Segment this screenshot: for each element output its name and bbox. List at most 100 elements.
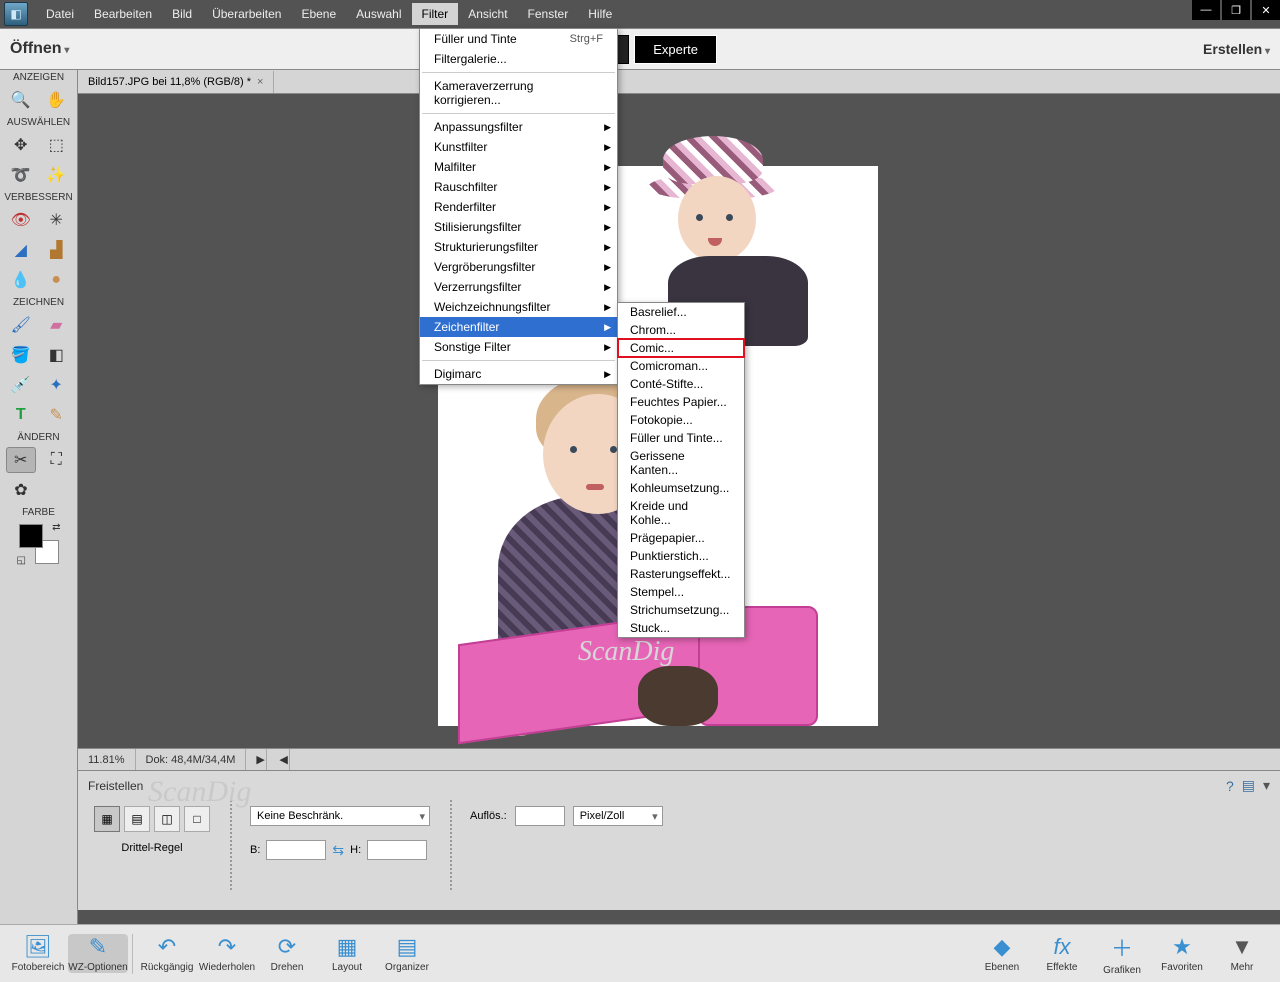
document-tab[interactable]: Bild157.JPG bei 11,8% (RGB/8) * × bbox=[78, 71, 274, 93]
grid-thirds-icon[interactable]: ▦ bbox=[94, 806, 120, 832]
doc-size[interactable]: Dok: 48,4M/34,4M bbox=[136, 749, 247, 770]
default-colors-icon[interactable]: ◱ bbox=[17, 555, 26, 566]
submenu-item[interactable]: Basrelief... bbox=[618, 303, 744, 321]
menu-filter[interactable]: Filter bbox=[412, 3, 459, 25]
eraser-tool[interactable]: ▰ bbox=[42, 312, 72, 338]
zoom-tool[interactable]: 🔍 bbox=[6, 87, 36, 113]
submenu-item[interactable]: Chrom... bbox=[618, 321, 744, 339]
filter-item[interactable]: Weichzeichnungsfilter▶ bbox=[420, 297, 617, 317]
swap-colors-icon[interactable]: ⇄ bbox=[52, 522, 60, 533]
menu-hilfe[interactable]: Hilfe bbox=[578, 3, 622, 25]
submenu-item[interactable]: Kohleumsetzung... bbox=[618, 479, 744, 497]
menu-datei[interactable]: Datei bbox=[36, 3, 84, 25]
hand-tool[interactable]: ✋ bbox=[42, 87, 72, 113]
color-swatches[interactable]: ⇄ ◱ bbox=[19, 524, 59, 564]
swap-wh-icon[interactable]: ⇆ bbox=[332, 842, 344, 859]
crop-tool[interactable]: ✂ bbox=[6, 447, 36, 473]
submenu-item[interactable]: Comic... bbox=[618, 339, 744, 357]
lasso-tool[interactable]: ➰ bbox=[6, 162, 36, 188]
filter-item[interactable]: Verzerrungsfilter▶ bbox=[420, 277, 617, 297]
type-tool[interactable]: T bbox=[6, 402, 36, 428]
menu-auswahl[interactable]: Auswahl bbox=[346, 3, 411, 25]
resolution-unit-dropdown[interactable]: Pixel/Zoll bbox=[573, 806, 663, 826]
close-tab-icon[interactable]: × bbox=[257, 76, 263, 88]
create-button[interactable]: Erstellen bbox=[1203, 41, 1270, 57]
filter-item[interactable]: Anpassungsfilter▶ bbox=[420, 117, 617, 137]
submenu-item[interactable]: Feuchtes Papier... bbox=[618, 393, 744, 411]
marquee-tool[interactable]: ⬚ bbox=[42, 132, 72, 158]
redo-button[interactable]: ↷Wiederholen bbox=[197, 934, 257, 973]
submenu-item[interactable]: Prägepapier... bbox=[618, 529, 744, 547]
tab-expert[interactable]: Experte bbox=[634, 35, 717, 64]
submenu-item[interactable]: Füller und Tinte... bbox=[618, 429, 744, 447]
wz-options-button[interactable]: ✎WZ-Optionen bbox=[68, 934, 128, 973]
options-menu-icon[interactable]: ▤ bbox=[1242, 777, 1255, 794]
filter-item[interactable]: Stilisierungsfilter▶ bbox=[420, 217, 617, 237]
menu-ebene[interactable]: Ebene bbox=[291, 3, 346, 25]
grid-none-icon[interactable]: □ bbox=[184, 806, 210, 832]
favorites-button[interactable]: ★Favoriten bbox=[1152, 934, 1212, 973]
submenu-item[interactable]: Conté-Stifte... bbox=[618, 375, 744, 393]
collapse-icon[interactable]: ▾ bbox=[1263, 777, 1270, 794]
submenu-item[interactable]: Gerissene Kanten... bbox=[618, 447, 744, 479]
filter-item[interactable]: Kameraverzerrung korrigieren... bbox=[420, 76, 617, 110]
filter-item[interactable]: Strukturierungsfilter▶ bbox=[420, 237, 617, 257]
move-tool[interactable]: ✥ bbox=[6, 132, 36, 158]
submenu-item[interactable]: Fotokopie... bbox=[618, 411, 744, 429]
organizer-button[interactable]: ▤Organizer bbox=[377, 934, 437, 973]
layout-button[interactable]: ▦Layout bbox=[317, 934, 377, 973]
menu-überarbeiten[interactable]: Überarbeiten bbox=[202, 3, 291, 25]
submenu-item[interactable]: Stempel... bbox=[618, 583, 744, 601]
effects-button[interactable]: fxEffekte bbox=[1032, 934, 1092, 973]
fotobereich-button[interactable]: 🖼Fotobereich bbox=[8, 934, 68, 973]
submenu-item[interactable]: Strichumsetzung... bbox=[618, 601, 744, 619]
grid-grid-icon[interactable]: ▤ bbox=[124, 806, 150, 832]
menu-fenster[interactable]: Fenster bbox=[518, 3, 579, 25]
submenu-item[interactable]: Punktierstich... bbox=[618, 547, 744, 565]
resolution-input[interactable] bbox=[515, 806, 565, 826]
zoom-level[interactable]: 11.81% bbox=[78, 749, 136, 770]
maximize-button[interactable]: ❐ bbox=[1222, 0, 1250, 20]
menu-bild[interactable]: Bild bbox=[162, 3, 202, 25]
pencil-tool[interactable]: ✎ bbox=[42, 402, 72, 428]
menu-ansicht[interactable]: Ansicht bbox=[458, 3, 517, 25]
shape-tool[interactable]: ✦ bbox=[42, 372, 72, 398]
smart-brush-tool[interactable]: ◢ bbox=[6, 237, 36, 263]
gradient-tool[interactable]: ◧ bbox=[42, 342, 72, 368]
sponge-tool[interactable]: ● bbox=[42, 267, 72, 293]
help-icon[interactable]: ? bbox=[1226, 778, 1234, 794]
filter-item[interactable]: Füller und TinteStrg+F bbox=[420, 29, 617, 49]
filter-item[interactable]: Malfilter▶ bbox=[420, 157, 617, 177]
submenu-item[interactable]: Rasterungseffekt... bbox=[618, 565, 744, 583]
clone-stamp-tool[interactable]: ▟ bbox=[42, 237, 72, 263]
filter-item[interactable]: Zeichenfilter▶ bbox=[420, 317, 617, 337]
filter-item[interactable]: Digimarc▶ bbox=[420, 364, 617, 384]
layers-button[interactable]: ◆Ebenen bbox=[972, 934, 1032, 973]
eyedropper-tool[interactable]: 💉 bbox=[6, 372, 36, 398]
undo-button[interactable]: ↶Rückgängig bbox=[137, 934, 197, 973]
submenu-item[interactable]: Kreide und Kohle... bbox=[618, 497, 744, 529]
redeye-tool[interactable]: 👁 bbox=[6, 207, 36, 233]
magic-wand-tool[interactable]: ✨ bbox=[42, 162, 72, 188]
foreground-color[interactable] bbox=[19, 524, 43, 548]
status-arrow-icon[interactable]: ▶ bbox=[246, 749, 267, 770]
submenu-item[interactable]: Stuck... bbox=[618, 619, 744, 637]
scroll-left-icon[interactable]: ◀ bbox=[269, 749, 290, 770]
constraint-dropdown[interactable]: Keine Beschränk. bbox=[250, 806, 430, 826]
brush-tool[interactable]: 🖌 bbox=[6, 312, 36, 338]
width-input[interactable] bbox=[266, 840, 326, 860]
filter-item[interactable]: Kunstfilter▶ bbox=[420, 137, 617, 157]
filter-item[interactable]: Rauschfilter▶ bbox=[420, 177, 617, 197]
grid-golden-icon[interactable]: ◫ bbox=[154, 806, 180, 832]
minimize-button[interactable]: — bbox=[1192, 0, 1220, 20]
recompose-tool[interactable]: ⛶ bbox=[42, 447, 71, 473]
filter-item[interactable]: Vergröberungsfilter▶ bbox=[420, 257, 617, 277]
paint-bucket-tool[interactable]: 🪣 bbox=[6, 342, 36, 368]
spot-heal-tool[interactable]: ✳ bbox=[42, 207, 72, 233]
open-button[interactable]: Öffnen bbox=[10, 40, 69, 58]
graphics-button[interactable]: ＋Grafiken bbox=[1092, 931, 1152, 976]
cookie-cutter-tool[interactable]: ✿ bbox=[6, 477, 36, 503]
filter-item[interactable]: Renderfilter▶ bbox=[420, 197, 617, 217]
more-button[interactable]: ▼Mehr bbox=[1212, 934, 1272, 973]
filter-item[interactable]: Filtergalerie... bbox=[420, 49, 617, 69]
